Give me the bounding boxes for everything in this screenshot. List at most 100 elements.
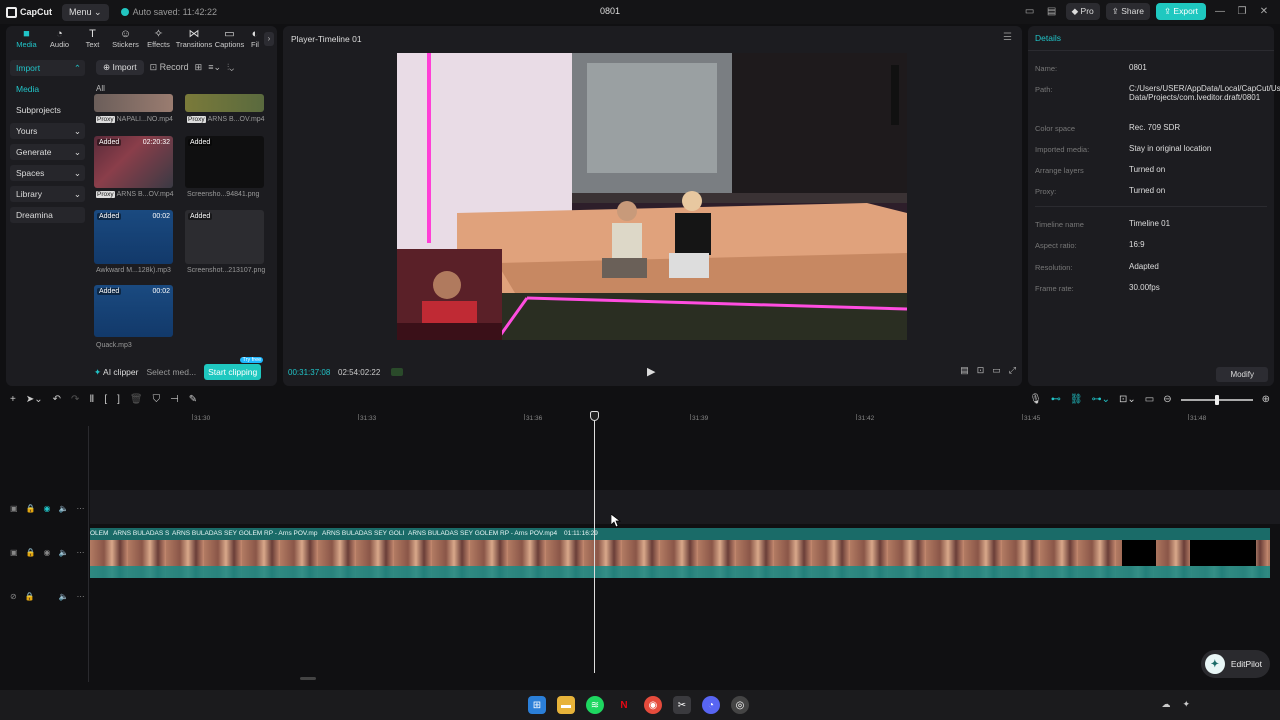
media-thumb[interactable]: Added 00:02 [94,210,173,264]
zoom-slider[interactable] [1180,394,1253,405]
volume-icon[interactable]: 🔈 [59,504,69,513]
zoom-slider-handle[interactable] [1214,394,1219,405]
volume-icon[interactable]: 🔈 [59,592,69,601]
media-thumb[interactable]: Added 00:02 [94,285,173,337]
sidebar-item-dreamina[interactable]: Dreamina [10,207,85,223]
eye-icon[interactable]: ◉ [44,548,51,557]
magnet-icon[interactable]: ⊷ [1051,394,1061,405]
media-thumb[interactable]: Added 02:20:32 [94,136,173,188]
caption-icon[interactable]: ▭ [1145,394,1154,405]
lock-icon[interactable]: 🔒 [26,548,36,557]
tab-transitions[interactable]: ⋈ Transitions [175,28,213,52]
discord-icon[interactable]: ◔ [702,696,720,714]
quality-icon[interactable]: ▤ [960,365,969,376]
split-icon[interactable]: Ⅱ [89,394,94,405]
preview-axis-icon[interactable]: ⊡⌄ [1119,394,1136,405]
minimize-icon[interactable]: — [1212,4,1228,20]
video-clip-header[interactable]: OLEM ARNS BULADAS S ARNS BULADAS SEY GOL… [90,528,1270,540]
redo-icon[interactable]: ↷ [71,394,79,405]
sidebar-item-media[interactable]: Media [10,81,85,97]
sidebar-item-spaces[interactable]: Spaces ⌄ [10,165,85,181]
grid-view-icon[interactable]: ⊞ [195,62,203,73]
more-icon[interactable]: ⋯ [76,548,84,557]
sort-icon[interactable]: ≡⌄ [208,62,221,73]
maximize-icon[interactable]: ❐ [1234,4,1250,20]
media-thumb[interactable] [185,94,264,112]
shortcuts-icon[interactable]: ▤ [1044,4,1060,20]
start-clipping-button[interactable]: Start clipping Try free [204,357,264,380]
timeline-tracks[interactable]: ▣ 🔒 ◉ 🔈 ⋯ ▣ 🔒 ◉ 🔈 ⋯ OLEM ARNS BULADAS S … [0,426,1280,682]
fullscreen-icon[interactable]: ⤢ [1009,365,1016,376]
menu-button[interactable]: Menu ⌄ [62,3,109,21]
link-icon[interactable]: ⛓ [1070,394,1083,405]
total-timecode: 02:54:02:22 [338,368,381,377]
trim-left-icon[interactable]: [ [104,394,107,405]
tab-stickers[interactable]: ☺ Stickers [109,28,142,52]
share-button[interactable]: ⇪ Share [1105,3,1150,20]
import-button[interactable]: ⊕ Import [96,60,144,75]
tab-captions[interactable]: ▭ Captions [213,28,246,52]
playhead-handle[interactable] [590,411,599,421]
filter-icon[interactable]: ⫶⌄ [227,62,234,73]
eye-icon[interactable]: ◉ [44,504,51,513]
netflix-icon[interactable]: N [615,696,633,714]
microphone-icon[interactable]: 🎙 [1029,394,1042,405]
close-icon[interactable]: ✕ [1256,4,1272,20]
layout-icon[interactable]: ▭ [1022,4,1038,20]
modify-button[interactable]: Modify [1216,367,1268,382]
player-menu-icon[interactable]: ☰ [1003,32,1012,43]
marker-icon[interactable]: ⛉ [153,394,161,405]
add-track-icon[interactable]: + [10,394,16,405]
timeline-scrollbar[interactable] [300,677,316,680]
ratio-icon[interactable]: ▭ [992,365,1001,376]
chrome-icon[interactable]: ◉ [644,696,662,714]
pro-button[interactable]: ◆ Pro [1065,3,1100,20]
pen-icon[interactable]: ✎ [189,394,197,405]
export-button[interactable]: ⇪ Export [1155,3,1206,20]
tab-audio[interactable]: ◔ Audio [43,28,76,52]
sidebar-item-label: Subprojects [16,105,61,115]
sidebar-item-generate[interactable]: Generate ⌄ [10,144,85,160]
sidebar-item-library[interactable]: Library ⌄ [10,186,85,202]
capcut-taskbar-icon[interactable]: ✂ [673,696,691,714]
play-icon[interactable]: ▶ [647,365,655,378]
tab-effects[interactable]: ✧ Effects [142,28,175,52]
snap-icon[interactable]: ⊶⌄ [1092,394,1110,405]
file-explorer-icon[interactable]: ▬ [557,696,575,714]
more-icon[interactable]: ⋯ [77,592,85,601]
undo-icon[interactable]: ↶ [53,394,61,405]
sidebar-item-yours[interactable]: Yours ⌄ [10,123,85,139]
volume-icon[interactable]: 🔈 [59,548,69,557]
cloud-icon[interactable]: ☁ [1161,699,1170,710]
windows-start-icon[interactable]: ⊞ [528,696,546,714]
ai-clipper-button[interactable]: ✦ AI clipper [94,367,138,378]
trim-right-icon[interactable]: ] [117,394,120,405]
video-preview[interactable] [397,53,907,340]
tab-text[interactable]: T Text [76,28,109,52]
more-icon[interactable]: ⋯ [76,504,84,513]
playhead[interactable] [594,411,595,673]
record-button[interactable]: ⊡ Record [150,62,189,73]
spotify-icon[interactable]: ≋ [586,696,604,714]
obs-icon[interactable]: ◎ [731,696,749,714]
sidebar-item-subprojects[interactable]: Subprojects [10,102,85,118]
tray-app-icon[interactable]: ✦ [1182,699,1190,710]
sidebar-item-import[interactable]: Import ⌃ [10,60,85,76]
media-thumb[interactable]: Added [185,136,264,188]
lock-icon[interactable]: 🔒 [25,592,35,601]
tabs-scroll-right-icon[interactable]: › [264,32,274,46]
tab-media[interactable]: ■ Media [10,28,43,52]
snapshot-icon[interactable]: ⊡ [977,365,985,376]
editpilot-button[interactable]: ✦ EditPilot [1200,650,1270,678]
select-tool-icon[interactable]: ➤⌄ [26,394,43,405]
media-thumb[interactable] [94,94,173,112]
zoom-in-icon[interactable]: ⊕ [1262,394,1270,405]
lock-icon[interactable]: 🔒 [26,504,36,513]
zoom-out-icon[interactable]: ⊖ [1163,394,1171,405]
tab-filters[interactable]: ◐ Fil [246,28,264,52]
delete-icon[interactable]: 🗑 [130,394,143,405]
timeline-ruler[interactable]: 31:30 31:33 31:36 31:39 31:42 31:45 31:4… [90,412,1280,426]
freeze-icon[interactable]: ⊣ [170,394,179,405]
media-thumb[interactable]: Added [185,210,264,264]
empty-track[interactable] [90,490,1280,524]
